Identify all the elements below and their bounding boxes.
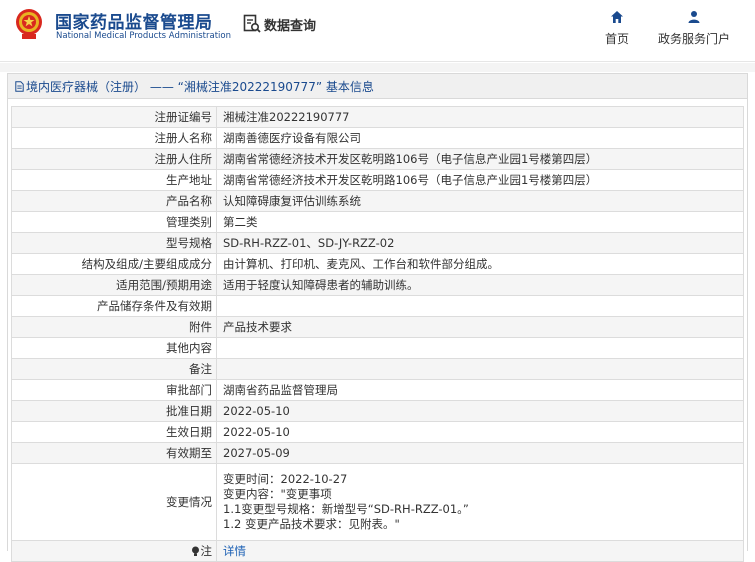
field-label: 注册人名称 (11, 127, 217, 149)
panel-titlebar: 境内医疗器械（注册） —— “湘械注准20222190777” 基本信息 (8, 74, 747, 99)
field-label: 注册人住所 (11, 148, 217, 170)
field-value: 由计算机、打印机、麦克风、工作台和软件部分组成。 (216, 253, 744, 275)
nav-home-label: 首页 (604, 32, 629, 46)
table-row: 注册证编号 湘械注准20222190777 (11, 106, 744, 128)
field-label: 备注 (11, 358, 217, 380)
brand-name-cn[interactable]: 国家药品监督管理局 (55, 8, 213, 33)
header-separator (0, 63, 755, 72)
field-label: 型号规格 (11, 232, 217, 254)
field-label: 附件 (11, 316, 217, 338)
table-row: 其他内容 (11, 337, 744, 359)
table-row: 备注 (11, 358, 744, 380)
field-label: 有效期至 (11, 442, 217, 464)
change-history-value: 变更时间：2022-10-27 变更内容："变更事项 1.1变更型号规格：新增型… (216, 463, 744, 541)
field-label: 适用范围/预期用途 (11, 274, 217, 296)
table-row-change-history: 变更情况 变更时间：2022-10-27 变更内容："变更事项 1.1变更型号规… (11, 463, 744, 541)
field-label: 其他内容 (11, 337, 217, 359)
table-row-note: 注 详情 (11, 540, 744, 562)
table-row: 型号规格 SD-RH-RZZ-01、SD-JY-RZZ-02 (11, 232, 744, 254)
field-label: 注册证编号 (11, 106, 217, 128)
field-value: 2022-05-10 (216, 400, 744, 422)
table-row: 生产地址 湖南省常德经济技术开发区乾明路106号（电子信息产业园1号楼第四层） (11, 169, 744, 191)
site-header: 国家药品监督管理局 National Medical Products Admi… (0, 0, 755, 62)
field-label: 产品名称 (11, 190, 217, 212)
registration-info-table: 注册证编号 湘械注准20222190777 注册人名称 湖南善德医疗设备有限公司 注… (11, 106, 744, 562)
field-value: 认知障碍康复评估训练系统 (216, 190, 744, 212)
note-label: 注 (200, 544, 213, 558)
field-value: 产品技术要求 (216, 316, 744, 338)
data-search-icon (243, 14, 261, 33)
table-row: 批准日期 2022-05-10 (11, 400, 744, 422)
field-value (216, 295, 744, 317)
field-value (216, 337, 744, 359)
table-row: 产品储存条件及有效期 (11, 295, 744, 317)
change-line: 变更时间：2022-10-27 (223, 472, 348, 486)
field-value: 适用于轻度认知障碍患者的辅助训练。 (216, 274, 744, 296)
field-label: 变更情况 (11, 463, 217, 541)
details-link[interactable]: 详情 (223, 544, 246, 558)
table-row: 注册人住所 湖南省常德经济技术开发区乾明路106号（电子信息产业园1号楼第四层） (11, 148, 744, 170)
field-label: 批准日期 (11, 400, 217, 422)
field-value: SD-RH-RZZ-01、SD-JY-RZZ-02 (216, 232, 744, 254)
note-value: 详情 (216, 540, 744, 562)
field-value: 2022-05-10 (216, 421, 744, 443)
change-line: 变更内容："变更事项 (223, 487, 332, 501)
panel-title: 境内医疗器械（注册） —— “湘械注准20222190777” 基本信息 (26, 79, 374, 94)
nav-service-portal[interactable]: 政务服务门户 (654, 10, 734, 47)
table-row: 生效日期 2022-05-10 (11, 421, 744, 443)
table-row: 管理类别 第二类 (11, 211, 744, 233)
field-label: 生效日期 (11, 421, 217, 443)
lightbulb-icon (191, 546, 199, 556)
field-label: 生产地址 (11, 169, 217, 191)
user-icon (688, 11, 700, 23)
field-value: 湘械注准20222190777 (216, 106, 744, 128)
document-icon (15, 80, 24, 92)
data-query-label: 数据查询 (264, 18, 317, 34)
field-value: 湖南善德医疗设备有限公司 (216, 127, 744, 149)
field-label: 产品储存条件及有效期 (11, 295, 217, 317)
field-label: 管理类别 (11, 211, 217, 233)
national-emblem-icon (16, 9, 42, 39)
field-value: 湖南省常德经济技术开发区乾明路106号（电子信息产业园1号楼第四层） (216, 169, 744, 191)
table-row: 结构及组成/主要组成成分 由计算机、打印机、麦克风、工作台和软件部分组成。 (11, 253, 744, 275)
table-row: 审批部门 湖南省药品监督管理局 (11, 379, 744, 401)
field-value: 湖南省常德经济技术开发区乾明路106号（电子信息产业园1号楼第四层） (216, 148, 744, 170)
data-query-link[interactable]: 数据查询 (243, 14, 316, 34)
field-value (216, 358, 744, 380)
table-row: 注册人名称 湖南善德医疗设备有限公司 (11, 127, 744, 149)
field-value: 2027-05-09 (216, 442, 744, 464)
table-row: 有效期至 2027-05-09 (11, 442, 744, 464)
change-line: 1.1变更型号规格：新增型号“SD-RH-RZZ-01。” (223, 502, 469, 516)
brand-name-en[interactable]: National Medical Products Administration (56, 31, 231, 41)
field-label: 结构及组成/主要组成成分 (11, 253, 217, 275)
table-row: 适用范围/预期用途 适用于轻度认知障碍患者的辅助训练。 (11, 274, 744, 296)
nav-service-portal-label: 政务服务门户 (657, 32, 730, 46)
note-label-cell: 注 (11, 540, 217, 562)
table-row: 产品名称 认知障碍康复评估训练系统 (11, 190, 744, 212)
field-value: 湖南省药品监督管理局 (216, 379, 744, 401)
nav-home[interactable]: 首页 (602, 10, 632, 47)
home-icon (611, 11, 623, 23)
field-value: 第二类 (216, 211, 744, 233)
registration-info-panel: 境内医疗器械（注册） —— “湘械注准20222190777” 基本信息 注册证… (7, 73, 748, 562)
change-line: 1.2 变更产品技术要求：见附表。" (223, 517, 400, 531)
table-row: 附件 产品技术要求 (11, 316, 744, 338)
field-label: 审批部门 (11, 379, 217, 401)
